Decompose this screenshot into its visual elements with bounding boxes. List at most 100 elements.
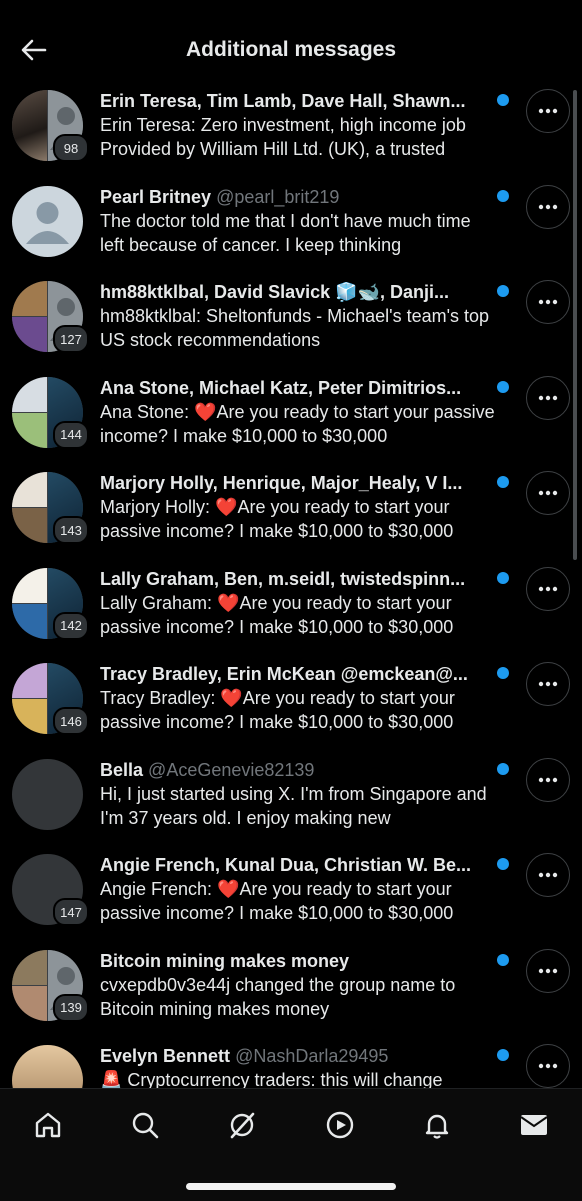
notifications-icon — [425, 1114, 449, 1139]
unread-indicator — [497, 858, 509, 870]
conversation-row[interactable]: 127 hm88ktklbal, David Slavick 🧊🐋, Danji… — [0, 271, 582, 367]
message-preview: Lally Graham: ❤️Are you ready to start y… — [100, 592, 454, 637]
more-icon — [538, 586, 558, 591]
more-icon — [538, 108, 558, 114]
home-icon — [35, 1112, 61, 1138]
message-preview: 🚨 Cryptocurrency traders: this will chan… — [100, 1070, 443, 1088]
tab-video[interactable] — [318, 1103, 362, 1147]
conversation-row[interactable]: Bella @AceGenevie82139 Hi, I just starte… — [0, 749, 582, 845]
more-options-button[interactable] — [526, 948, 570, 993]
more-icon — [538, 395, 558, 400]
tab-home[interactable] — [26, 1103, 70, 1147]
message-preview: cvxepdb0v3e44j changed the group name to… — [100, 974, 456, 1019]
conversation-name: Bella @AceGenevie82139 — [100, 759, 315, 780]
message-preview: Ana Stone: ❤️Are you ready to start your… — [100, 401, 495, 446]
more-options-button[interactable] — [526, 89, 570, 133]
more-icon — [538, 299, 558, 305]
avatar — [12, 1045, 83, 1088]
more-options-button[interactable] — [526, 662, 570, 706]
arrow-left-icon — [21, 39, 47, 61]
conversation-name: Ana Stone, Michael Katz, Peter Dimitrios… — [100, 377, 462, 398]
unread-indicator — [497, 94, 509, 106]
conversation-name: Marjory Holly, Henrique, Major_Healy, V … — [100, 473, 463, 493]
more-options-button[interactable] — [526, 280, 570, 324]
heart-icon: ❤️ — [194, 401, 217, 422]
conversation-row[interactable]: Evelyn Bennett @NashDarla29495 🚨 Cryptoc… — [0, 1035, 582, 1088]
more-icon — [538, 681, 558, 687]
conversation-name: hm88ktklbal, David Slavick 🧊🐋, Danji... — [100, 282, 449, 302]
avatar — [12, 758, 83, 830]
grok-icon — [230, 1112, 255, 1139]
more-icon — [538, 490, 558, 496]
top-bar: Additional messages — [0, 0, 582, 80]
unread-indicator — [497, 953, 509, 966]
conversation-row[interactable]: 142 Lally Graham, Ben, m.seidl, twisteds… — [0, 558, 582, 654]
conversation-row[interactable]: 147 Angie French, Kunal Dua, Christian W… — [0, 844, 582, 940]
more-options-button[interactable] — [526, 566, 570, 611]
unread-indicator — [497, 189, 509, 202]
user-handle: @NashDarla29495 — [235, 1046, 389, 1066]
messages-icon — [520, 1115, 548, 1135]
more-icon — [538, 968, 558, 973]
conversation-name: Lally Graham, Ben, m.seidl, twistedspinn… — [100, 568, 466, 589]
user-handle: @pearl_brit219 — [216, 186, 340, 207]
default-avatar — [12, 185, 83, 257]
search-icon — [132, 1112, 159, 1139]
member-count-badge: 147 — [53, 898, 89, 926]
more-options-button[interactable] — [526, 375, 570, 420]
heart-icon: ❤️ — [215, 497, 238, 517]
member-count-badge: 127 — [53, 325, 89, 353]
home-indicator — [186, 1183, 396, 1190]
tab-search[interactable] — [123, 1103, 167, 1147]
conversation-row[interactable]: 144 Ana Stone, Michael Katz, Peter Dimit… — [0, 367, 582, 463]
message-preview: Erin Teresa: Zero investment, high incom… — [100, 115, 466, 159]
conversation-name: Tracy Bradley, Erin McKean @emckean@... — [100, 664, 468, 684]
message-preview: The doctor told me that I don't have muc… — [100, 210, 471, 255]
unread-indicator — [497, 667, 509, 679]
message-preview: hm88ktklbal: Sheltonfunds - Michael's te… — [100, 306, 490, 350]
more-options-button[interactable] — [526, 471, 570, 515]
tab-messages[interactable] — [512, 1103, 556, 1147]
message-preview: Hi, I just started using X. I'm from Sin… — [100, 783, 487, 828]
more-icon — [538, 777, 558, 782]
more-icon — [538, 204, 558, 209]
conversation-name: Evelyn Bennett @NashDarla29495 — [100, 1046, 389, 1066]
back-button[interactable] — [14, 30, 54, 70]
conversation-name: Pearl Britney @pearl_brit219 — [100, 186, 340, 207]
unread-indicator — [497, 571, 509, 584]
message-preview: Marjory Holly: ❤️Are you ready to start … — [100, 497, 454, 541]
conversation-list: 98 Erin Teresa, Tim Lamb, Dave Hall, Sha… — [0, 80, 582, 1088]
conversation-name: Angie French, Kunal Dua, Christian W. Be… — [100, 855, 472, 875]
tab-grok[interactable] — [220, 1103, 264, 1147]
unread-indicator — [497, 762, 509, 775]
more-options-button[interactable] — [526, 853, 570, 897]
user-handle: @AceGenevie82139 — [148, 759, 315, 780]
tab-notifications[interactable] — [415, 1103, 459, 1147]
unread-indicator — [497, 380, 509, 393]
member-count-badge: 146 — [53, 707, 89, 735]
conversation-name: Bitcoin mining makes money — [100, 950, 350, 971]
heart-icon: ❤️ — [220, 688, 243, 708]
more-options-button[interactable] — [526, 757, 570, 802]
conversation-row[interactable]: 146 Tracy Bradley, Erin McKean @emckean@… — [0, 653, 582, 749]
heart-icon: ❤️ — [217, 592, 240, 613]
conversation-row[interactable]: Pearl Britney @pearl_brit219 The doctor … — [0, 176, 582, 272]
unread-indicator — [497, 1049, 509, 1061]
message-preview: Tracy Bradley: ❤️Are you ready to start … — [100, 688, 455, 732]
video-icon — [326, 1111, 354, 1139]
conversation-row[interactable]: 98 Erin Teresa, Tim Lamb, Dave Hall, Sha… — [0, 80, 582, 176]
message-preview: Angie French: ❤️Are you ready to start y… — [100, 879, 454, 923]
member-count-badge: 143 — [53, 516, 89, 544]
more-icon — [538, 1063, 558, 1069]
page-title: Additional messages — [185, 38, 397, 61]
member-count-badge: 144 — [53, 420, 89, 449]
heart-icon: ❤️ — [217, 879, 240, 899]
conversation-row[interactable]: 139 Bitcoin mining makes money cvxepdb0v… — [0, 940, 582, 1036]
member-count-badge: 139 — [53, 993, 89, 1022]
conversation-name: Erin Teresa, Tim Lamb, Dave Hall, Shawn.… — [100, 91, 466, 111]
unread-indicator — [497, 476, 509, 488]
more-options-button[interactable] — [526, 1044, 570, 1088]
conversation-row[interactable]: 143 Marjory Holly, Henrique, Major_Healy… — [0, 462, 582, 558]
unread-indicator — [497, 285, 509, 297]
more-options-button[interactable] — [526, 184, 570, 229]
